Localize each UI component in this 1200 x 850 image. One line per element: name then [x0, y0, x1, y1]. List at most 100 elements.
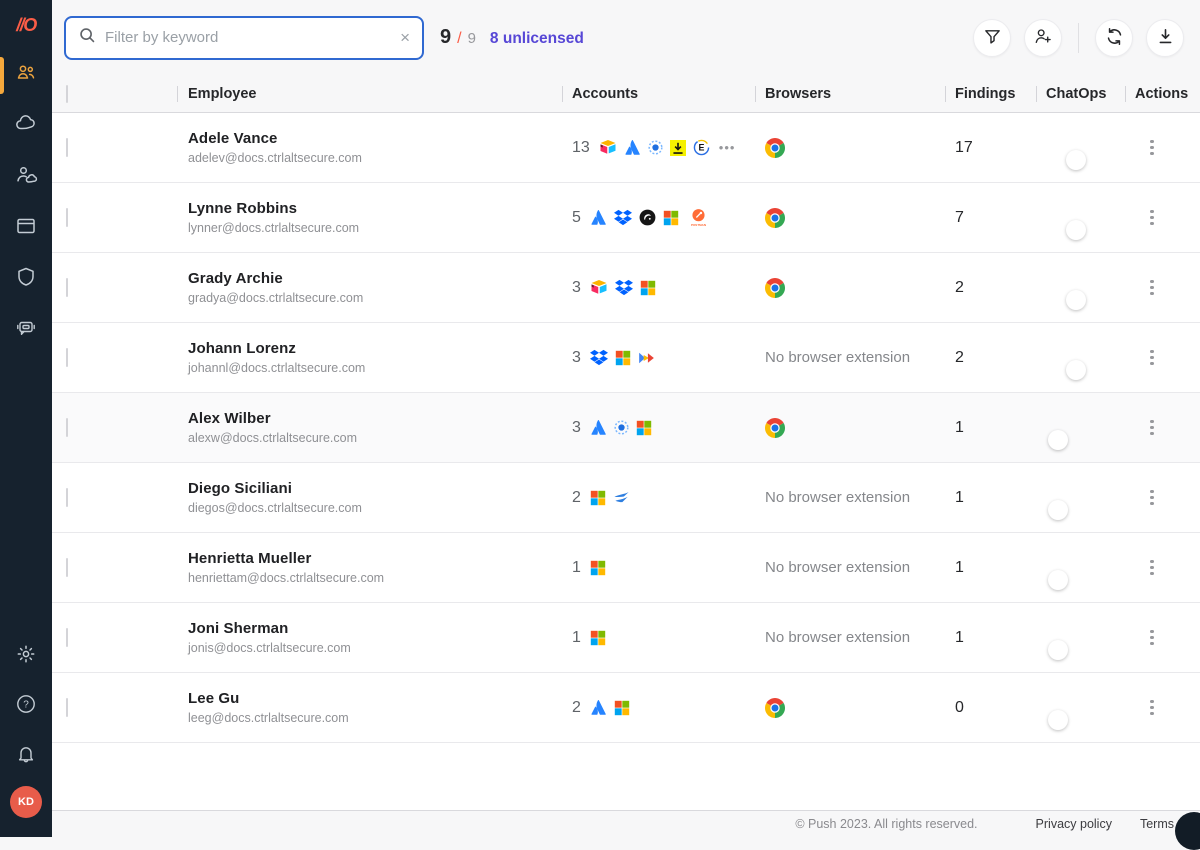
toggle-knob: [1066, 150, 1086, 170]
row-actions-menu[interactable]: [1135, 346, 1161, 370]
topbar: × 9 / 9 8 unlicensed: [52, 0, 1200, 75]
search-input[interactable]: [105, 29, 391, 46]
row-actions-menu[interactable]: [1135, 136, 1161, 160]
employee-name: Diego Siciliani: [188, 480, 572, 497]
footer: © Push 2023. All rights reserved. Privac…: [52, 810, 1200, 837]
row-checkbox[interactable]: [66, 278, 68, 297]
dropbox-icon: [614, 209, 632, 226]
terms-link[interactable]: Terms: [1140, 817, 1174, 831]
accounts-cell: 13 E•••: [572, 139, 765, 157]
accounts-count: 2: [572, 699, 581, 717]
svg-text:E: E: [698, 143, 704, 153]
cloud-icon: [14, 112, 38, 141]
sidebar-item-apps[interactable]: [0, 203, 52, 254]
row-checkbox[interactable]: [66, 628, 68, 647]
employee-name: Lynne Robbins: [188, 200, 572, 217]
row-checkbox[interactable]: [66, 208, 68, 227]
row-actions-menu[interactable]: [1135, 556, 1161, 580]
row-checkbox[interactable]: [66, 488, 68, 507]
topbar-actions: [973, 19, 1184, 57]
accounts-cell: 1: [572, 559, 765, 577]
clear-search-icon[interactable]: ×: [400, 29, 410, 46]
employee-email: adelev@docs.ctrlaltsecure.com: [188, 151, 572, 165]
wave-icon: [613, 491, 630, 504]
row-checkbox[interactable]: [66, 698, 68, 717]
findings-count: 1: [955, 629, 1046, 647]
privacy-policy-link[interactable]: Privacy policy: [1036, 817, 1112, 831]
row-actions-menu[interactable]: [1135, 696, 1161, 720]
row-checkbox[interactable]: [66, 558, 68, 577]
dropbox-icon: [590, 349, 608, 366]
findings-count: 0: [955, 699, 1046, 717]
row-actions-menu[interactable]: [1135, 416, 1161, 440]
browser-window-icon: [14, 214, 38, 243]
count-total: 9: [468, 30, 476, 47]
accounts-cell: 2: [572, 699, 765, 717]
table-row: Diego Siciliani diegos@docs.ctrlaltsecur…: [52, 463, 1200, 533]
search-box: ×: [64, 16, 424, 60]
browsers-cell: [765, 698, 955, 718]
table-header: Employee Accounts Browsers Findings Chat…: [52, 75, 1200, 113]
sidebar-item-help[interactable]: ?: [0, 681, 52, 731]
browsers-cell: No browser extension: [765, 629, 955, 647]
sidebar-item-employees[interactable]: [0, 50, 52, 101]
count-separator: /: [457, 30, 461, 48]
postman-icon: POSTMAN: [686, 209, 711, 227]
count-shown: 9: [440, 26, 451, 49]
employees-table: Employee Accounts Browsers Findings Chat…: [52, 75, 1200, 810]
row-checkbox[interactable]: [66, 418, 68, 437]
sidebar-item-identities[interactable]: [0, 152, 52, 203]
browsers-cell: [765, 278, 955, 298]
atlassian-icon: [590, 209, 607, 226]
sidebar-item-security[interactable]: [0, 254, 52, 305]
download-button[interactable]: [1146, 19, 1184, 57]
employee-email: johannl@docs.ctrlaltsecure.com: [188, 361, 572, 375]
add-user-button[interactable]: [1024, 19, 1062, 57]
unlicensed-link[interactable]: 8 unlicensed: [490, 30, 584, 48]
filter-button[interactable]: [973, 19, 1011, 57]
row-checkbox[interactable]: [66, 348, 68, 367]
chrome-icon: [765, 208, 955, 228]
findings-count: 7: [955, 209, 1046, 227]
toggle-knob: [1066, 360, 1086, 380]
microsoft-icon: [615, 350, 631, 366]
sidebar-item-notifications[interactable]: [0, 731, 52, 781]
accounts-cell: 5 POSTMAN: [572, 209, 765, 227]
accounts-count: 3: [572, 279, 581, 297]
sidebar-item-settings[interactable]: [0, 631, 52, 681]
row-checkbox[interactable]: [66, 138, 68, 157]
select-all-checkbox[interactable]: [66, 85, 68, 103]
push-logo: //O: [16, 15, 36, 36]
browsers-cell: No browser extension: [765, 489, 955, 507]
shield-icon: [14, 265, 38, 294]
accounts-count: 5: [572, 209, 581, 227]
no-browser-extension-text: No browser extension: [765, 559, 910, 576]
more-accounts-button[interactable]: •••: [719, 140, 736, 155]
findings-count: 2: [955, 279, 1046, 297]
employee-email: alexw@docs.ctrlaltsecure.com: [188, 431, 572, 445]
findings-count: 1: [955, 489, 1046, 507]
employee-email: leeg@docs.ctrlaltsecure.com: [188, 711, 572, 725]
sidebar-item-chatbot[interactable]: [0, 305, 52, 356]
atlassian-icon: [590, 699, 607, 716]
chat-widget-bubble[interactable]: [1175, 812, 1200, 850]
main-area: × 9 / 9 8 unlicensed Employee Accounts B…: [52, 0, 1200, 837]
row-actions-menu[interactable]: [1135, 486, 1161, 510]
table-row: Lee Gu leeg@docs.ctrlaltsecure.com 2 0: [52, 673, 1200, 743]
row-actions-menu[interactable]: [1135, 276, 1161, 300]
employee-email: henriettam@docs.ctrlaltsecure.com: [188, 571, 572, 585]
refresh-button[interactable]: [1095, 19, 1133, 57]
findings-count: 17: [955, 139, 1046, 157]
sidebar-item-cloud[interactable]: [0, 101, 52, 152]
atlassian-icon: [624, 139, 641, 156]
accounts-cell: 3: [572, 279, 765, 297]
employee-name: Lee Gu: [188, 690, 572, 707]
row-actions-menu[interactable]: [1135, 626, 1161, 650]
row-actions-menu[interactable]: [1135, 206, 1161, 230]
help-icon: ?: [14, 692, 38, 721]
filter-icon: [983, 27, 1002, 49]
gear-icon: [14, 642, 38, 671]
browsers-cell: [765, 138, 955, 158]
chrome-icon: [765, 698, 955, 718]
user-avatar[interactable]: KD: [10, 786, 42, 818]
